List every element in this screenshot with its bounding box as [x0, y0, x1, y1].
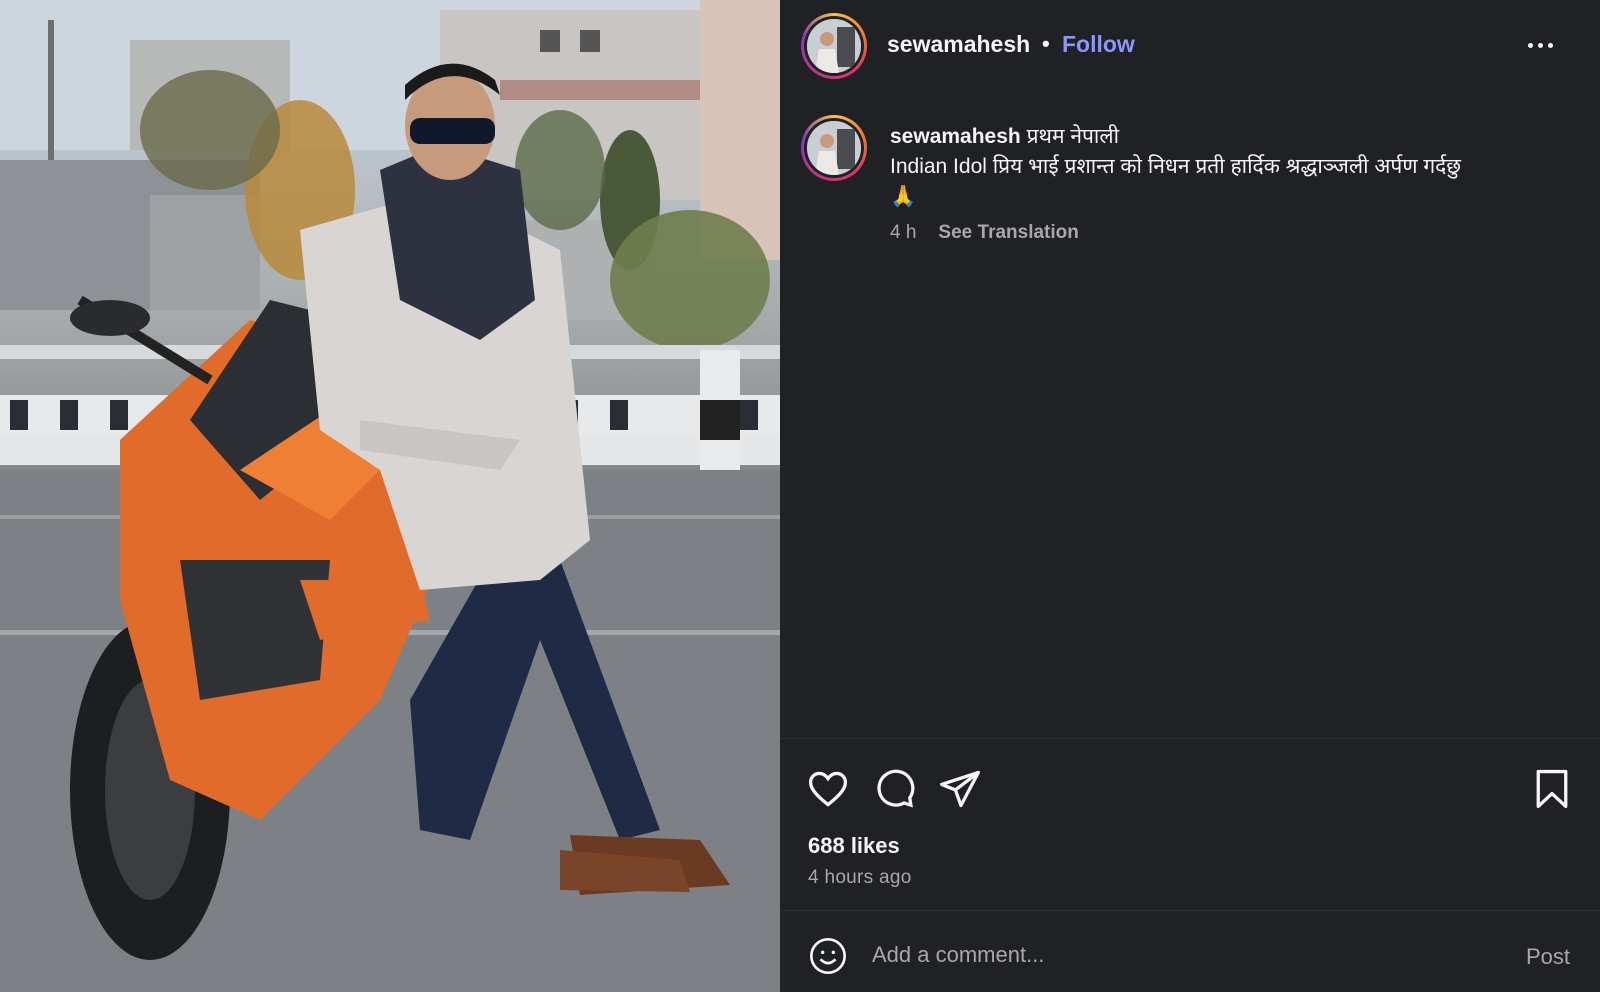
post-caption: sewamahesh प्रथम नेपाली Indian Idol प्रि…: [890, 122, 1570, 212]
bookmark-icon[interactable]: [1530, 767, 1574, 811]
post-detail-panel: sewamahesh • Follow sewamahesh प्रथम नेप…: [780, 0, 1600, 992]
action-bar: 688 likes 4 hours ago: [780, 738, 1600, 908]
separator-dot: •: [1042, 31, 1050, 56]
avatar-image: [807, 19, 861, 73]
caption-username-link[interactable]: sewamahesh: [890, 125, 1021, 148]
comment-bar: Post: [780, 910, 1600, 992]
photo-illustration: [0, 0, 780, 992]
post-comment-button[interactable]: Post: [1526, 944, 1570, 970]
follow-button[interactable]: Follow: [1062, 31, 1135, 58]
post-timestamp: 4 hours ago: [808, 867, 912, 888]
see-translation-button[interactable]: See Translation: [938, 222, 1078, 244]
author-username-link[interactable]: sewamahesh: [887, 31, 1030, 58]
instagram-post: sewamahesh • Follow sewamahesh प्रथम नेप…: [0, 0, 1600, 992]
likes-count[interactable]: 688 likes: [808, 833, 900, 859]
comment-icon[interactable]: [872, 767, 916, 811]
more-options-icon[interactable]: [1520, 32, 1560, 58]
send-icon[interactable]: [938, 767, 982, 811]
post-header: sewamahesh • Follow: [780, 0, 1600, 92]
caption-author-avatar[interactable]: [801, 115, 867, 181]
post-photo[interactable]: [0, 0, 780, 992]
caption-meta: 4 h See Translation: [890, 222, 1079, 244]
avatar-image: [807, 121, 861, 175]
author-avatar[interactable]: [801, 13, 867, 79]
caption-emoji: 🙏: [890, 185, 917, 208]
comment-input[interactable]: [872, 933, 1472, 977]
caption-text-line1: प्रथम नेपाली: [1026, 125, 1120, 148]
caption-text-line2: Indian Idol प्रिय भाई प्रशान्त को निधन प…: [890, 155, 1462, 178]
post-age: 4 h: [890, 222, 917, 243]
smiley-icon[interactable]: [808, 936, 848, 976]
heart-icon[interactable]: [806, 767, 850, 811]
